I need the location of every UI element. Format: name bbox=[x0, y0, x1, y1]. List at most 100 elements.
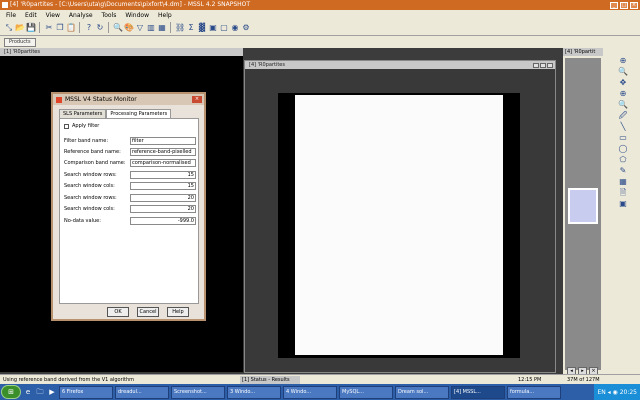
start-button[interactable]: ⊞ bbox=[1, 385, 21, 399]
taskbar-item[interactable]: Dream sol... bbox=[395, 385, 449, 399]
menu-window[interactable]: Window bbox=[125, 12, 149, 19]
subwindow-maximize-button[interactable] bbox=[540, 62, 546, 68]
menu-tools[interactable]: Tools bbox=[102, 12, 117, 19]
system-tray[interactable]: EN ◂ ◉ 20:25 bbox=[594, 384, 640, 400]
paste-icon[interactable]: 📋 bbox=[66, 22, 76, 33]
zoom-out-icon[interactable]: 🔍 bbox=[618, 100, 628, 110]
field-row: Comparison band name: comparison-normali… bbox=[64, 159, 198, 167]
chart-icon[interactable]: ▥ bbox=[146, 22, 156, 33]
cancel-button[interactable]: Cancel bbox=[137, 307, 159, 317]
gear-icon[interactable]: ⚙ bbox=[241, 22, 251, 33]
select-icon[interactable]: ⤡ bbox=[4, 22, 14, 33]
search-cols-input[interactable]: 15 bbox=[130, 182, 196, 190]
menu-view[interactable]: View bbox=[46, 12, 60, 19]
field-row: Search window rows: 20 bbox=[64, 194, 198, 202]
field-row: Reference band name: reference-band-pixe… bbox=[64, 148, 198, 156]
dialog-app-icon bbox=[56, 96, 62, 103]
document-icon[interactable]: 🗎 bbox=[618, 188, 628, 198]
pan-icon[interactable]: ✥ bbox=[618, 78, 628, 88]
search-rows-2-input[interactable]: 20 bbox=[130, 194, 196, 202]
help-button[interactable]: Help bbox=[167, 307, 189, 317]
subwindow-minimize-button[interactable] bbox=[533, 62, 539, 68]
ellipse-icon[interactable]: ◯ bbox=[618, 144, 628, 154]
save-icon[interactable]: 💾 bbox=[26, 22, 36, 33]
pencil-icon[interactable]: 🖉 bbox=[618, 111, 628, 121]
filter-icon[interactable]: ▽ bbox=[135, 22, 145, 33]
filter-band-input[interactable]: filter bbox=[130, 137, 196, 145]
open-icon[interactable]: 📂 bbox=[15, 22, 25, 33]
menu-file[interactable]: File bbox=[6, 12, 16, 19]
navigation-title: [4] 'R0partit bbox=[563, 48, 603, 56]
subwindow-title: [4] 'R0partites bbox=[245, 61, 555, 69]
folder-icon[interactable]: 🗀 bbox=[35, 387, 45, 398]
overview-thumbnail[interactable] bbox=[568, 188, 598, 224]
grid-icon[interactable]: ▦ bbox=[618, 177, 628, 187]
polygon-icon[interactable]: ⬠ bbox=[618, 155, 628, 165]
apply-filter-checkbox[interactable] bbox=[64, 123, 69, 129]
toolbar-separator bbox=[79, 22, 83, 33]
palette-icon[interactable]: 🎨 bbox=[124, 22, 134, 33]
zoom-in-icon[interactable]: ⊕ bbox=[618, 56, 628, 66]
field-label: Search window cols: bbox=[64, 206, 115, 212]
taskbar-item[interactable]: MySQL... bbox=[339, 385, 393, 399]
image-canvas[interactable] bbox=[295, 95, 503, 355]
products-button[interactable]: Products bbox=[4, 37, 36, 47]
field-label: Search window cols: bbox=[64, 183, 115, 189]
reference-band-input[interactable]: reference-band-pixelled bbox=[130, 148, 196, 156]
taskbar-item[interactable]: 6 Firefox bbox=[59, 385, 113, 399]
taskbar-item[interactable]: [4] MSSL... bbox=[451, 385, 505, 399]
ok-button[interactable]: OK bbox=[107, 307, 129, 317]
tab-sls-parameters[interactable]: SLS Parameters bbox=[59, 109, 107, 118]
zoom-icon[interactable]: 🔍 bbox=[618, 67, 628, 77]
magnify-icon[interactable]: 🔍 bbox=[113, 22, 123, 33]
comparison-band-input[interactable]: comparison-normalised bbox=[130, 159, 196, 167]
cut-icon[interactable]: ✂ bbox=[44, 22, 54, 33]
no-data-value-input[interactable]: -999.0 bbox=[130, 217, 196, 225]
minimize-button[interactable]: _ bbox=[610, 1, 618, 9]
apply-filter-label: Apply filter bbox=[72, 123, 100, 129]
apply-filter-checkbox-row[interactable]: Apply filter bbox=[64, 123, 198, 129]
taskbar-item[interactable]: dreadul... bbox=[115, 385, 169, 399]
taskbar-item[interactable]: 4 Windo... bbox=[283, 385, 337, 399]
layer-icon[interactable]: ▣ bbox=[618, 199, 628, 209]
grid-icon[interactable]: ▦ bbox=[157, 22, 167, 33]
lut-icon[interactable]: ▓ bbox=[197, 22, 207, 33]
dialog-close-button[interactable]: × bbox=[192, 96, 202, 103]
subwindow-title-text: [4] 'R0partites bbox=[249, 62, 285, 68]
menu-help[interactable]: Help bbox=[158, 12, 172, 19]
zoom-all-icon[interactable]: ⊕ bbox=[618, 89, 628, 99]
sum-icon[interactable]: Σ bbox=[186, 22, 196, 33]
field-row: Search window cols: 20 bbox=[64, 205, 198, 213]
field-row: Search window cols: 15 bbox=[64, 182, 198, 190]
tab-processing-parameters[interactable]: Processing Parameters bbox=[106, 109, 172, 118]
maximize-button[interactable]: □ bbox=[620, 1, 628, 9]
taskbar-item[interactable]: 3 Windo... bbox=[227, 385, 281, 399]
window-title: [4] 'R0partites - [C:\Users\uta\g\Docume… bbox=[10, 1, 251, 8]
overview-strip: ◂ ▸ × bbox=[565, 58, 601, 376]
globe-icon[interactable]: ◉ bbox=[230, 22, 240, 33]
toolbar-separator bbox=[39, 22, 43, 33]
link-icon[interactable]: ⛓ bbox=[175, 22, 185, 33]
help-icon[interactable]: ? bbox=[84, 22, 94, 33]
search-rows-input[interactable]: 15 bbox=[130, 171, 196, 179]
menu-analyse[interactable]: Analyse bbox=[69, 12, 93, 19]
line-icon[interactable]: ╲ bbox=[618, 122, 628, 132]
copy-icon[interactable]: ❐ bbox=[55, 22, 65, 33]
main-toolbar: ⤡ 📂 💾 ✂ ❐ 📋 ? ↻ 🔍 🎨 ▽ ▥ ▦ ⛓ Σ ▓ ▣ ▢ ◉ ⚙ bbox=[0, 20, 640, 36]
image-icon[interactable]: ▣ bbox=[208, 22, 218, 33]
frame-icon[interactable]: ▢ bbox=[219, 22, 229, 33]
search-cols-2-input[interactable]: 20 bbox=[130, 205, 196, 213]
taskbar-item[interactable]: formula... bbox=[507, 385, 561, 399]
subwindow-close-button[interactable] bbox=[547, 62, 553, 68]
close-button[interactable]: × bbox=[630, 1, 638, 9]
menu-edit[interactable]: Edit bbox=[25, 12, 37, 19]
taskbar-item[interactable]: Screenshot... bbox=[171, 385, 225, 399]
media-icon[interactable]: ▶ bbox=[47, 387, 57, 398]
draw-icon[interactable]: ✎ bbox=[618, 166, 628, 176]
rectangle-icon[interactable]: ▭ bbox=[618, 133, 628, 143]
dialog-buttons: OK Cancel Help bbox=[107, 307, 189, 317]
browser-icon[interactable]: e bbox=[23, 387, 33, 398]
rotate-icon[interactable]: ↻ bbox=[95, 22, 105, 33]
status-tab[interactable]: [1] Status - Results bbox=[240, 376, 300, 384]
dialog-title: MSSL V4 Status Monitor bbox=[65, 96, 137, 103]
